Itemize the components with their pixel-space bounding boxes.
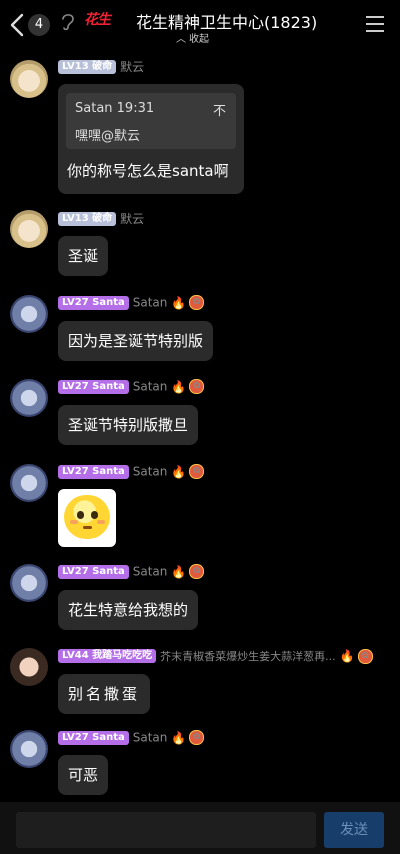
sender-name[interactable]: Satan [133, 731, 168, 745]
sender-name[interactable]: 默云 [120, 60, 144, 74]
level-badge: LV27 Santa [58, 295, 129, 310]
message-bubble[interactable]: 圣诞 [58, 236, 109, 276]
unread-count-badge[interactable]: 4 [28, 14, 50, 36]
level-badge: LV44 我踏马吃吃吃 [58, 649, 157, 663]
message-meta: LV27 Santa Satan 🔥 ✿ [58, 379, 205, 394]
quote-text: 嘿嘿@默云 [75, 129, 141, 144]
level-badge: LV27 Santa [58, 379, 129, 394]
smiling-face-sticker-icon[interactable] [58, 489, 116, 547]
message-bubble[interactable]: 因为是圣诞节特别版 [58, 321, 214, 361]
message-text: 你的称号怎么是santa啊 [67, 162, 229, 180]
level-badge: LV27 Santa [58, 730, 129, 745]
level-badge: LV13 破命 [58, 59, 117, 74]
message-meta: LV27 Santa Satan 🔥 ✿ [58, 730, 205, 745]
app-logo: 花生 [84, 12, 111, 28]
message-meta: LV13 破命 默云 [58, 58, 144, 75]
message-bubble[interactable]: 花生特意给我想的 [58, 590, 199, 630]
sender-name[interactable]: Satan [133, 296, 168, 310]
fire-icon: 🔥 [339, 649, 355, 663]
flower-badge-icon: ✿ [189, 379, 205, 394]
composer-bar: 发送 [0, 802, 400, 854]
chat-header: 4 花生 花生精神卫生中心(1823) ︿ 收起 [0, 0, 400, 46]
send-button[interactable]: 发送 [324, 812, 384, 848]
avatar[interactable] [10, 295, 48, 333]
message-bubble[interactable]: 别名撒蛋 [58, 674, 151, 714]
fire-icon: 🔥 [171, 564, 187, 579]
message-input[interactable] [16, 812, 316, 848]
avatar[interactable] [10, 730, 48, 768]
quote-close-icon[interactable]: 不 [213, 100, 226, 119]
sender-name[interactable]: Satan [133, 380, 168, 394]
flower-badge-icon: ✿ [357, 648, 373, 664]
quoted-message[interactable]: Satan 19:31 不 嘿嘿@默云 [66, 93, 236, 149]
message-meta: LV13 破命 默云 [58, 210, 144, 227]
avatar[interactable] [10, 60, 48, 98]
fire-icon: 🔥 [171, 730, 187, 745]
level-badge: LV27 Santa [58, 564, 129, 579]
flower-badge-icon: ✿ [189, 295, 205, 310]
sender-name[interactable]: Satan [133, 465, 168, 479]
collapse-toggle[interactable]: ︿ 收起 [176, 30, 209, 45]
message-meta: LV27 Santa Satan 🔥 ✿ [58, 464, 205, 479]
sender-name[interactable]: 默云 [120, 212, 144, 226]
message-bubble[interactable]: 可恶 [58, 755, 109, 795]
menu-icon[interactable] [366, 16, 384, 32]
chevron-up-icon: ︿ [176, 34, 186, 45]
back-arrow-icon[interactable] [8, 12, 28, 38]
flower-badge-icon: ✿ [189, 564, 205, 579]
ear-icon[interactable] [60, 10, 76, 32]
quote-author-time: Satan 19:31 [75, 101, 155, 116]
avatar[interactable] [10, 648, 48, 686]
level-badge: LV13 破命 [58, 211, 117, 226]
avatar[interactable] [10, 210, 48, 248]
avatar[interactable] [10, 464, 48, 502]
message-bubble[interactable]: Satan 19:31 不 嘿嘿@默云 你的称号怎么是santa啊 [58, 84, 244, 194]
message-meta: LV27 Santa Satan 🔥 ✿ [58, 295, 205, 310]
fire-icon: 🔥 [171, 464, 187, 479]
sender-name[interactable]: 芥末青椒香菜爆炒生姜大蒜洋葱再... [160, 650, 336, 663]
flower-badge-icon: ✿ [189, 464, 205, 479]
fire-icon: 🔥 [171, 295, 187, 310]
avatar[interactable] [10, 379, 48, 417]
fire-icon: 🔥 [171, 379, 187, 394]
flower-badge-icon: ✿ [189, 730, 205, 745]
level-badge: LV27 Santa [58, 464, 129, 479]
collapse-label: 收起 [189, 34, 209, 45]
message-meta: LV44 我踏马吃吃吃 芥末青椒香菜爆炒生姜大蒜洋葱再... 🔥 ✿ [58, 648, 388, 664]
group-title[interactable]: 花生精神卫生中心(1823) [136, 9, 317, 33]
avatar[interactable] [10, 564, 48, 602]
sender-name[interactable]: Satan [133, 565, 168, 579]
message-bubble[interactable]: 圣诞节特别版撒旦 [58, 405, 199, 445]
message-meta: LV27 Santa Satan 🔥 ✿ [58, 564, 205, 579]
